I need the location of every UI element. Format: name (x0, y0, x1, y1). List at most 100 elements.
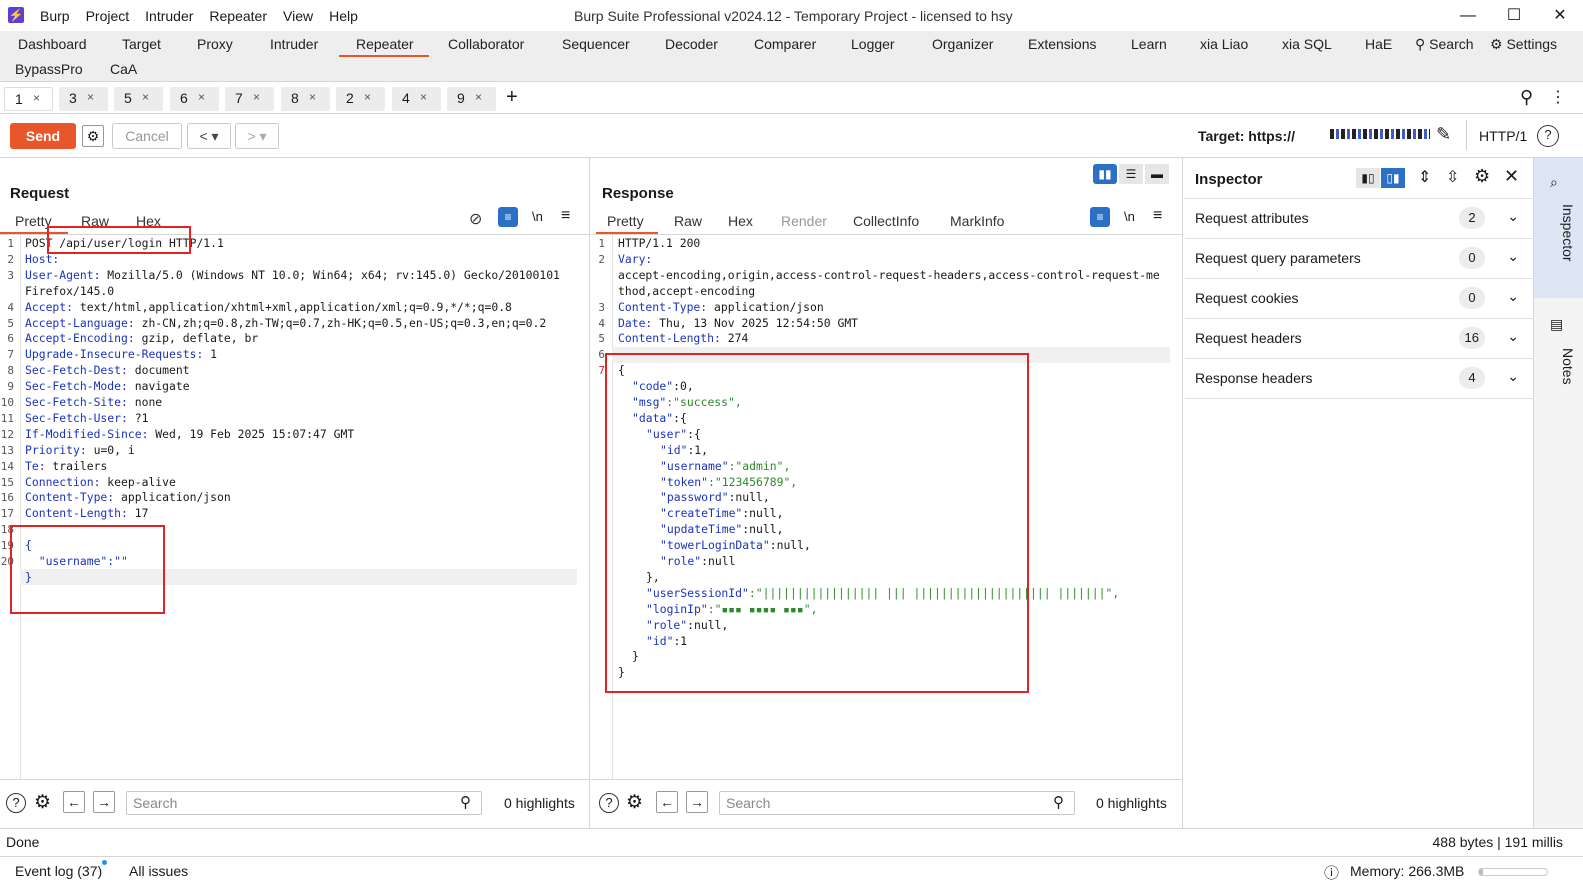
wrap-lines-icon[interactable]: ≡ (498, 207, 518, 227)
close-icon[interactable]: × (33, 91, 40, 105)
repeater-tab[interactable]: 5 × (114, 87, 163, 111)
menu-icon[interactable]: ≡ (1153, 207, 1162, 225)
layout-tabs-icon[interactable]: ▬ (1145, 164, 1169, 184)
help-icon[interactable]: ? (1537, 125, 1559, 147)
tab-proxy[interactable]: Proxy (197, 36, 233, 52)
arrow-left-icon[interactable]: ← (656, 791, 678, 813)
tab-dashboard[interactable]: Dashboard (18, 36, 87, 52)
close-icon[interactable]: × (420, 90, 427, 104)
tab-hae[interactable]: HaE (1365, 36, 1392, 52)
tab-xia-liao[interactable]: xia Liao (1200, 36, 1248, 52)
tab-target[interactable]: Target (122, 36, 161, 52)
arrow-right-icon[interactable]: → (686, 791, 708, 813)
tab-collaborator[interactable]: Collaborator (448, 36, 524, 52)
close-icon[interactable]: ✕ (1504, 166, 1519, 187)
add-tab-icon[interactable]: + (506, 86, 518, 109)
response-tab-pretty[interactable]: Pretty (607, 213, 644, 229)
menu-icon[interactable]: ≡ (561, 207, 570, 225)
menu-project[interactable]: Project (86, 8, 130, 24)
close-icon[interactable]: × (364, 90, 371, 104)
arrow-right-icon[interactable]: → (93, 791, 115, 813)
tab-extensions[interactable]: Extensions (1028, 36, 1096, 52)
response-tab-raw[interactable]: Raw (674, 213, 702, 229)
layout-side-by-side-icon[interactable]: ▮▮ (1093, 164, 1117, 184)
menu-help[interactable]: Help (329, 8, 358, 24)
event-log-link[interactable]: Event log (37) (15, 863, 102, 879)
repeater-tab[interactable]: 1 × (4, 87, 53, 111)
gear-icon[interactable]: ⚙ (1474, 166, 1490, 187)
tab-organizer[interactable]: Organizer (932, 36, 993, 52)
menu-view[interactable]: View (283, 8, 313, 24)
inspector-row-request-attributes[interactable]: Request attributes 2 ⌄ (1185, 199, 1533, 239)
repeater-tab[interactable]: 6 × (170, 87, 219, 111)
search-icon[interactable]: ⚲ (1520, 87, 1533, 108)
response-tab-hex[interactable]: Hex (728, 213, 753, 229)
newline-toggle[interactable]: \n (1124, 209, 1135, 224)
close-icon[interactable]: ✕ (1537, 0, 1583, 31)
response-tab-render[interactable]: Render (781, 213, 827, 229)
repeater-tab[interactable]: 9 × (447, 87, 496, 111)
tab-repeater[interactable]: Repeater (356, 36, 414, 52)
tab-sequencer[interactable]: Sequencer (562, 36, 630, 52)
hide-icon[interactable]: ⊘ (469, 209, 482, 229)
inspector-layout-icon[interactable]: ▮▯ (1356, 168, 1380, 188)
response-tab-collectinfo[interactable]: CollectInfo (853, 213, 919, 229)
inspector-row-request-headers[interactable]: Request headers 16 ⌄ (1185, 319, 1533, 359)
menu-repeater[interactable]: Repeater (209, 8, 267, 24)
side-tab-notes[interactable]: ▤ Notes (1534, 308, 1583, 418)
tab-caa[interactable]: CaA (110, 61, 137, 77)
wrap-lines-icon[interactable]: ≡ (1090, 207, 1110, 227)
close-icon[interactable]: × (475, 90, 482, 104)
inspector-row-request-cookies[interactable]: Request cookies 0 ⌄ (1185, 279, 1533, 319)
back-history-button[interactable]: < ▾ (187, 123, 231, 149)
gear-icon[interactable]: ⚙ (34, 791, 51, 814)
help-icon[interactable]: ? (599, 793, 619, 813)
tab-xia-sql[interactable]: xia SQL (1282, 36, 1332, 52)
repeater-tab[interactable]: 7 × (225, 87, 274, 111)
menu-intruder[interactable]: Intruder (145, 8, 193, 24)
close-icon[interactable]: × (309, 90, 316, 104)
close-icon[interactable]: × (87, 90, 94, 104)
minimize-icon[interactable]: — (1445, 0, 1491, 31)
inspector-row-response-headers[interactable]: Response headers 4 ⌄ (1185, 359, 1533, 399)
expand-all-icon[interactable]: ⇕ (1418, 167, 1431, 187)
tab-learn[interactable]: Learn (1131, 36, 1167, 52)
send-button[interactable]: Send (10, 123, 76, 149)
response-search-input[interactable]: Search (719, 791, 1075, 815)
repeater-tab[interactable]: 8 × (281, 87, 330, 111)
tab-comparer[interactable]: Comparer (754, 36, 816, 52)
repeater-tab[interactable]: 4 × (392, 87, 441, 111)
tab-bypasspro[interactable]: BypassPro (15, 61, 83, 77)
tab-logger[interactable]: Logger (851, 36, 895, 52)
forward-history-button[interactable]: > ▾ (235, 123, 279, 149)
header-value: navigate (127, 379, 190, 394)
top-search-button[interactable]: ⚲ Search (1415, 36, 1474, 53)
collapse-all-icon[interactable]: ⇳ (1446, 167, 1459, 187)
request-search-input[interactable]: Search (126, 791, 482, 815)
more-icon[interactable]: ⋮ (1550, 87, 1566, 107)
side-tab-inspector[interactable]: ⌕ Inspector (1534, 158, 1583, 298)
gear-icon[interactable]: ⚙ (626, 791, 643, 814)
top-settings-button[interactable]: ⚙ Settings (1490, 36, 1557, 53)
tab-decoder[interactable]: Decoder (665, 36, 718, 52)
close-icon[interactable]: × (142, 90, 149, 104)
maximize-icon[interactable]: ☐ (1491, 0, 1537, 31)
layout-stacked-icon[interactable]: ☰ (1119, 164, 1143, 184)
all-issues-link[interactable]: All issues (129, 863, 188, 879)
tab-intruder[interactable]: Intruder (270, 36, 318, 52)
inspector-layout-active-icon[interactable]: ▯▮ (1381, 168, 1405, 188)
protocol-label[interactable]: HTTP/1 (1479, 128, 1527, 144)
close-icon[interactable]: × (198, 90, 205, 104)
close-icon[interactable]: × (253, 90, 260, 104)
inspector-row-request-query-parameters[interactable]: Request query parameters 0 ⌄ (1185, 239, 1533, 279)
edit-target-icon[interactable]: ✎ (1436, 124, 1451, 145)
response-tab-markinfo[interactable]: MarkInfo (950, 213, 1004, 229)
repeater-tab[interactable]: 2 × (336, 87, 385, 111)
help-icon[interactable]: ? (6, 793, 26, 813)
gear-icon[interactable]: ⚙ (82, 125, 104, 147)
repeater-tab[interactable]: 3 × (59, 87, 108, 111)
arrow-left-icon[interactable]: ← (63, 791, 85, 813)
menu-burp[interactable]: Burp (40, 8, 70, 24)
cancel-button[interactable]: Cancel (112, 123, 182, 149)
newline-toggle[interactable]: \n (532, 209, 543, 224)
